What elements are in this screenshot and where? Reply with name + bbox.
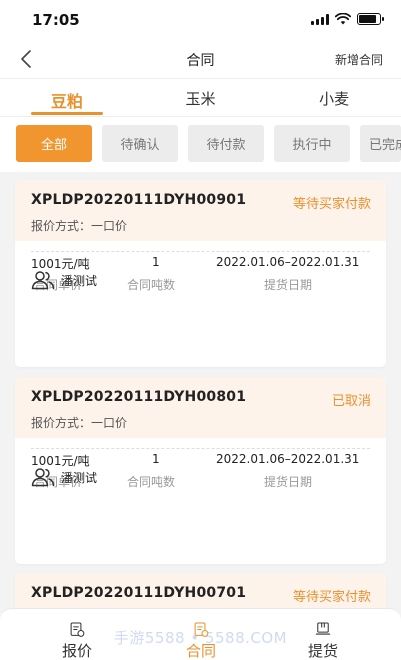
status-icons — [311, 13, 384, 25]
tonnage-value: 1 — [152, 452, 160, 466]
contract-card[interactable]: XPLDP20220111DYH00901 等待买家付款 报价方式：一口价 10… — [15, 180, 386, 367]
pickup-date-label: 提货日期 — [264, 475, 313, 489]
category-tabs: 豆粕 玉米 小麦 — [0, 78, 401, 116]
bottom-nav-contract-label: 合同 — [185, 642, 216, 660]
divider — [31, 251, 370, 252]
tonnage-label: 合同吨数 — [127, 278, 176, 292]
bottom-nav-quote-label: 报价 — [61, 642, 92, 660]
battery-icon — [357, 13, 384, 25]
status-bar: 17:05 — [0, 0, 401, 40]
order-status: 等待买家付款 — [292, 590, 371, 605]
tab-corn[interactable]: 玉米 — [134, 79, 268, 116]
order-number: XPLDP20220111DYH00901 — [31, 192, 247, 208]
users-icon — [31, 468, 55, 487]
contact-person: 潘测试 — [31, 270, 97, 290]
signal-icon — [311, 13, 329, 25]
nav-bar: 合同 新增合同 — [0, 40, 401, 78]
filter-completed[interactable]: 已完成 — [360, 125, 401, 162]
bottom-nav-contract[interactable]: 合同 — [181, 621, 221, 660]
status-filter-row: 全部 待确认 待付款 执行中 已完成 — [0, 116, 401, 172]
order-number: XPLDP20220111DYH00701 — [31, 585, 247, 601]
tab-soybean-meal[interactable]: 豆粕 — [0, 79, 134, 116]
filter-in-progress[interactable]: 执行中 — [274, 125, 350, 162]
order-status: 等待买家付款 — [292, 197, 371, 212]
new-contract-button[interactable]: 新增合同 — [335, 51, 383, 68]
bottom-nav: 手游5588 • 5588.COM 报价 合同 提货 — [0, 608, 401, 660]
bottom-nav-pickup-label: 提货 — [307, 642, 338, 660]
wifi-icon — [335, 13, 351, 25]
quote-document-icon — [70, 622, 85, 637]
bottom-nav-quote[interactable]: 报价 — [57, 621, 97, 660]
person-name: 潘测试 — [61, 470, 98, 485]
pickup-date-value: 2022.01.06–2022.01.31 — [216, 255, 360, 269]
quote-method: 报价方式：一口价 — [31, 219, 128, 233]
divider — [31, 448, 370, 449]
pickup-date-value: 2022.01.06–2022.01.31 — [216, 452, 360, 466]
contact-person: 潘测试 — [31, 467, 97, 487]
users-icon — [31, 271, 55, 290]
filter-all[interactable]: 全部 — [16, 125, 92, 162]
order-status: 已取消 — [331, 394, 371, 409]
order-number: XPLDP20220111DYH00801 — [31, 389, 247, 405]
tonnage-value: 1 — [152, 255, 160, 269]
pickup-box-icon — [315, 622, 331, 635]
person-name: 潘测试 — [61, 273, 98, 288]
quote-method: 报价方式：一口价 — [31, 416, 128, 430]
tab-wheat[interactable]: 小麦 — [267, 79, 401, 116]
pickup-date-label: 提货日期 — [264, 278, 313, 292]
status-time: 17:05 — [32, 11, 80, 29]
contract-card-header: XPLDP20220111DYH00801 已取消 报价方式：一口价 — [15, 377, 386, 438]
tonnage-label: 合同吨数 — [127, 475, 176, 489]
filter-pending-confirm[interactable]: 待确认 — [102, 125, 178, 162]
contract-document-icon — [194, 622, 209, 637]
bottom-nav-pickup[interactable]: 提货 — [303, 621, 343, 660]
filter-pending-payment[interactable]: 待付款 — [188, 125, 264, 162]
contract-card-header: XPLDP20220111DYH00901 等待买家付款 报价方式：一口价 — [15, 180, 386, 241]
contract-card[interactable]: XPLDP20220111DYH00801 已取消 报价方式：一口价 1001元… — [15, 377, 386, 564]
